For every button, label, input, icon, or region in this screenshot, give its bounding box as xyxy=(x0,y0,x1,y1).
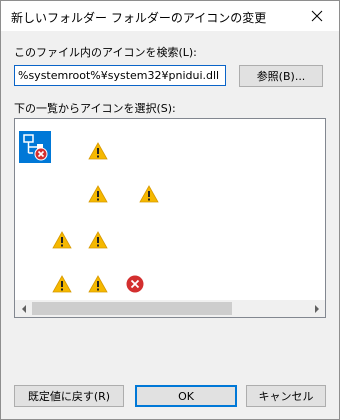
scrollbar-thumb[interactable] xyxy=(32,302,232,315)
cancel-button[interactable]: キャンセル xyxy=(246,385,326,407)
warning-icon xyxy=(88,231,108,249)
close-icon xyxy=(311,10,323,22)
icon-list-label: 下の一覧からアイコンを選択(S): xyxy=(14,102,176,115)
close-button[interactable] xyxy=(295,1,339,31)
warning-icon xyxy=(88,275,108,293)
warning-icon xyxy=(88,142,108,160)
ok-button[interactable]: OK xyxy=(135,385,237,407)
horizontal-scrollbar[interactable] xyxy=(15,300,325,317)
error-icon xyxy=(126,275,144,293)
scroll-left-arrow[interactable] xyxy=(15,300,32,317)
scroll-right-arrow[interactable] xyxy=(308,300,325,317)
search-file-label: このファイル内のアイコンを検索(L): xyxy=(14,46,197,59)
title-bar: 新しいフォルダー フォルダーのアイコンの変更 xyxy=(1,1,339,31)
icon-item-error[interactable] xyxy=(119,268,151,300)
icon-item-warning[interactable] xyxy=(46,224,78,256)
chevron-right-icon xyxy=(314,304,319,313)
warning-icon xyxy=(88,185,108,203)
warning-icon xyxy=(52,231,72,249)
chevron-left-icon xyxy=(21,304,26,313)
icon-list[interactable] xyxy=(14,118,326,318)
change-icon-dialog: 新しいフォルダー フォルダーのアイコンの変更 このファイル内のアイコンを検索(L… xyxy=(0,0,340,420)
icon-item-warning[interactable] xyxy=(82,178,114,210)
browse-button[interactable]: 参照(B)... xyxy=(239,65,323,87)
restore-default-button[interactable]: 既定値に戻す(R) xyxy=(14,385,124,407)
icon-item-warning[interactable] xyxy=(82,135,114,167)
icon-item-network-error[interactable] xyxy=(19,131,51,163)
icon-item-warning[interactable] xyxy=(82,268,114,300)
icon-file-path-input[interactable] xyxy=(14,65,226,86)
icon-item-warning[interactable] xyxy=(82,224,114,256)
dialog-title: 新しいフォルダー フォルダーのアイコンの変更 xyxy=(11,11,267,25)
icon-item-warning[interactable] xyxy=(46,268,78,300)
network-error-icon xyxy=(23,134,48,161)
warning-icon xyxy=(139,185,159,203)
icon-item-warning[interactable] xyxy=(133,178,165,210)
warning-icon xyxy=(52,275,72,293)
